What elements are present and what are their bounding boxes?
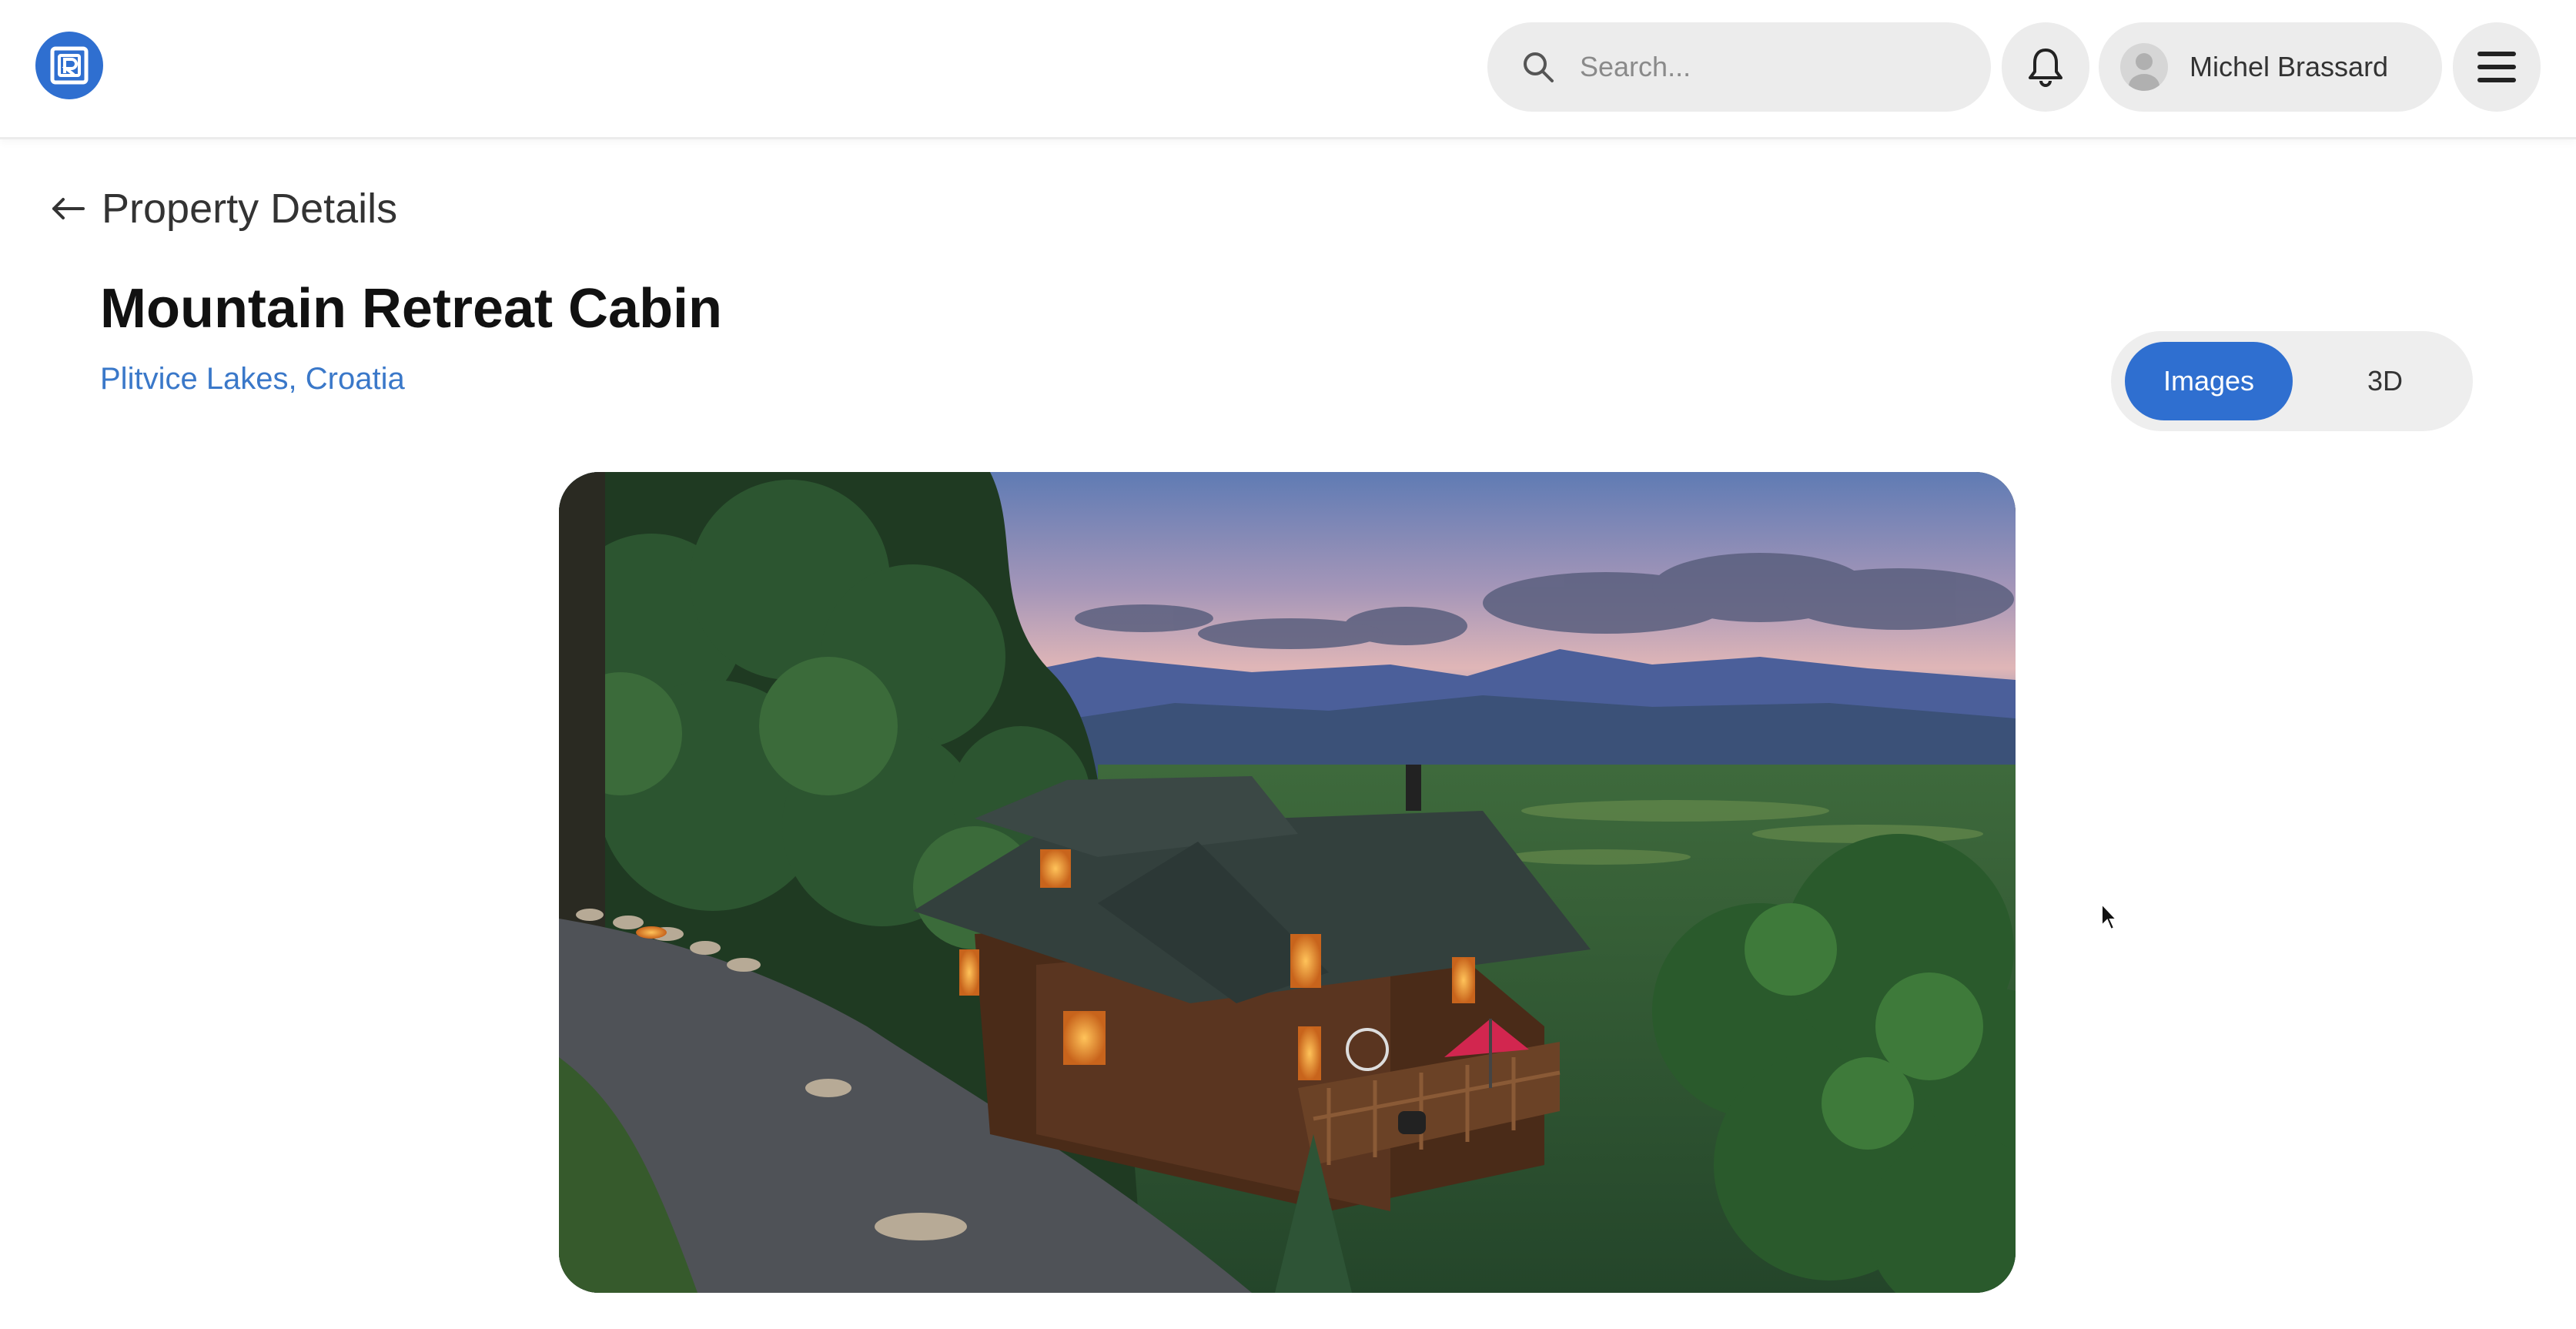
bell-icon [2029,49,2062,87]
hamburger-menu-icon [2477,52,2516,82]
notifications-button[interactable] [2002,22,2089,112]
search-icon [1524,52,1554,82]
app-logo-icon[interactable] [35,32,103,99]
mouse-cursor-icon [2101,902,2117,931]
user-avatar-icon [2120,43,2168,91]
top-bar: Michel Brassard [0,0,2576,139]
search-bar[interactable] [1487,22,1991,112]
user-name: Michel Brassard [2190,51,2389,82]
search-input[interactable] [1578,50,1982,84]
property-title: Mountain Retreat Cabin [100,278,723,340]
arrow-left-icon [52,198,85,219]
back-label: Property Details [102,186,398,232]
property-location[interactable]: Plitvice Lakes, Croatia [100,362,405,397]
view-toggle: Images 3D [2111,331,2473,431]
cabin-photo [559,472,2016,1293]
back-link[interactable]: Property Details [51,182,397,236]
images-tab[interactable]: Images [2125,342,2293,420]
user-menu[interactable]: Michel Brassard [2099,22,2442,112]
hamburger-menu-button[interactable] [2453,22,2541,112]
3d-tab[interactable]: 3D [2308,342,2462,420]
